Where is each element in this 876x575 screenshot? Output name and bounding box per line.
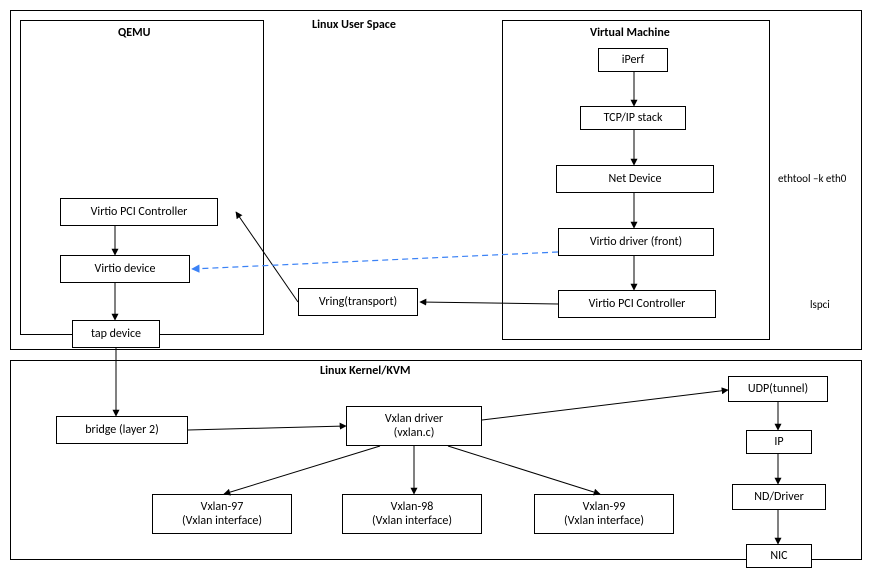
vxlan-99-text: Vxlan-99 (Vxlan interface) (564, 500, 644, 529)
vxlan-97-text: Vxlan-97 (Vxlan interface) (182, 500, 262, 529)
virtio-driver-box: Virtio driver (front) (558, 228, 714, 256)
virtio-pci-controller-vm-box: Virtio PCI Controller (558, 290, 716, 318)
vxlan-98-text: Vxlan-98 (Vxlan interface) (372, 500, 452, 529)
kernel-label: Linux Kernel/KVM (320, 364, 411, 378)
qemu-label: QEMU (118, 26, 150, 40)
ethtool-annotation: ethtool –k eth0 (778, 172, 846, 185)
nd-driver-box: ND/Driver (732, 484, 826, 510)
diagram-canvas: Linux User Space QEMU Virtual Machine Li… (0, 0, 876, 575)
vxlan-99-box: Vxlan-99 (Vxlan interface) (534, 494, 674, 534)
vxlan-driver-box: Vxlan driver (vxlan.c) (346, 406, 482, 446)
ip-box: IP (746, 430, 812, 454)
vxlan-97-box: Vxlan-97 (Vxlan interface) (152, 494, 292, 534)
vxlan-driver-text: Vxlan driver (vxlan.c) (385, 412, 443, 441)
qemu-frame (20, 20, 264, 335)
nic-box: NIC (746, 544, 812, 568)
lspci-annotation: lspci (810, 298, 830, 311)
userspace-label: Linux User Space (312, 18, 396, 32)
tap-device-box: tap device (72, 320, 160, 348)
vm-label: Virtual Machine (590, 26, 670, 40)
bridge-box: bridge (layer 2) (56, 416, 188, 444)
iperf-box: iPerf (598, 48, 668, 72)
udp-box: UDP(tunnel) (728, 376, 828, 402)
vxlan-98-box: Vxlan-98 (Vxlan interface) (342, 494, 482, 534)
virtio-device-box: Virtio device (60, 255, 190, 283)
vring-box: Vring(transport) (298, 288, 418, 316)
virtio-pci-controller-qemu-box: Virtio PCI Controller (60, 198, 218, 226)
net-device-box: Net Device (556, 165, 714, 193)
tcpip-box: TCP/IP stack (580, 106, 686, 130)
